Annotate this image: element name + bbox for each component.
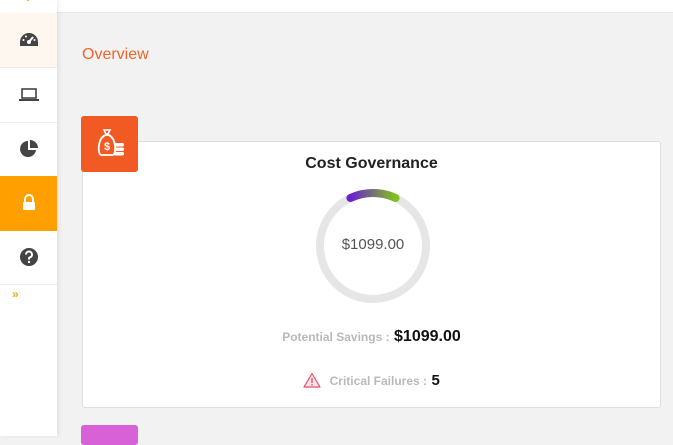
critical-failures-label: Critical Failures : <box>329 374 428 388</box>
cost-governance-card[interactable]: Cost Governance $1099.00 Potential Savin… <box>82 141 661 408</box>
lock-icon <box>22 194 35 210</box>
sidebar-item-security[interactable] <box>0 176 57 231</box>
page-title: Overview <box>82 46 149 63</box>
card-icon-badge: $ <box>81 116 138 172</box>
sidebar: » <box>0 0 57 436</box>
speedometer-icon <box>19 33 38 46</box>
sidebar-expand-toggle[interactable]: » <box>12 288 24 300</box>
critical-failures-row: Critical Failures : 5 <box>83 372 660 390</box>
card-title: Cost Governance <box>305 155 438 172</box>
sidebar-item-reports[interactable] <box>0 122 57 177</box>
pie-chart-icon <box>19 140 38 157</box>
sidebar-item-devices[interactable] <box>0 68 57 123</box>
warning-triangle-icon <box>303 372 321 388</box>
svg-text:$: $ <box>103 141 109 153</box>
sidebar-item-dashboard[interactable] <box>0 13 57 68</box>
gauge-value-label: $1099.00 <box>341 236 405 253</box>
sidebar-item-help[interactable] <box>0 230 57 285</box>
top-bar <box>57 0 673 13</box>
money-bag-coins-icon: $ <box>97 129 124 156</box>
potential-savings-value: $1099.00 <box>394 328 461 345</box>
logo-fragment-icon <box>26 0 30 2</box>
gauge-fill-arc <box>346 189 400 203</box>
potential-savings-label: Potential Savings : <box>282 330 390 344</box>
critical-failures-value: 5 <box>431 372 440 389</box>
laptop-icon <box>18 88 39 101</box>
potential-savings-row: Potential Savings : $1099.00 <box>83 328 660 346</box>
question-icon <box>19 248 38 266</box>
next-card-icon-badge <box>81 425 138 445</box>
